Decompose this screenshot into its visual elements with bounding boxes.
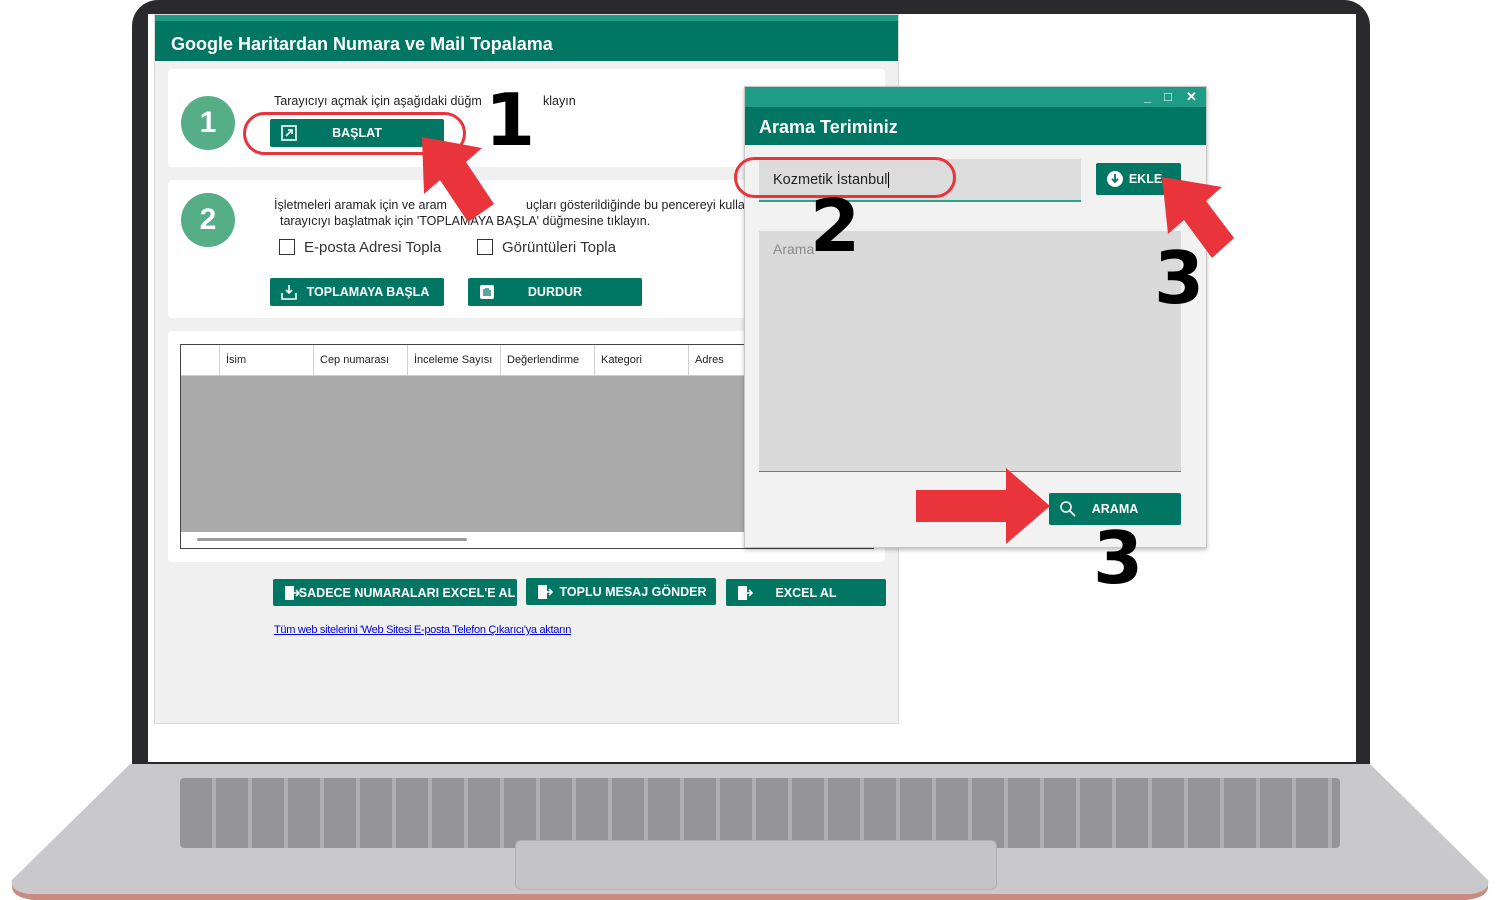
arrow-to-search-button	[916, 468, 1050, 544]
annotation-arrows	[422, 137, 1234, 544]
arrow-to-add-button	[1162, 177, 1234, 258]
arrow-to-start-button	[422, 137, 494, 222]
